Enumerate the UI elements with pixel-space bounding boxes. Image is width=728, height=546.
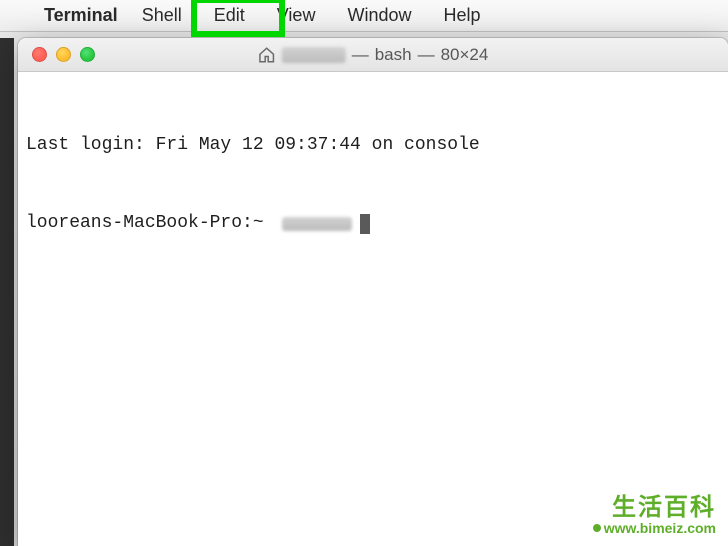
menubar-item-window[interactable]: Window	[341, 3, 417, 28]
watermark-url: www.bimeiz.com	[592, 520, 716, 536]
menubar-item-edit[interactable]: Edit	[208, 3, 251, 28]
globe-icon	[592, 523, 602, 533]
menubar-item-shell[interactable]: Shell	[136, 3, 188, 28]
minimize-button[interactable]	[56, 47, 71, 62]
menubar-item-help[interactable]: Help	[437, 3, 486, 28]
macos-menubar: Terminal Shell Edit View Window Help	[0, 0, 728, 32]
close-button[interactable]	[32, 47, 47, 62]
terminal-line-last-login: Last login: Fri May 12 09:37:44 on conso…	[26, 132, 720, 158]
redacted-username	[282, 47, 346, 63]
zoom-button[interactable]	[80, 47, 95, 62]
redacted-username-prompt	[282, 217, 352, 231]
terminal-cursor	[360, 214, 370, 234]
background-window-edge	[0, 38, 14, 546]
title-process: bash	[375, 45, 412, 65]
terminal-prompt: looreans-MacBook-Pro:~	[26, 210, 274, 236]
watermark-text: 生活百科	[592, 487, 716, 522]
menubar-app-name[interactable]: Terminal	[44, 5, 118, 26]
terminal-window: — bash — 80×24 Last login: Fri May 12 09…	[18, 38, 728, 546]
title-separator: —	[352, 45, 369, 65]
title-dimensions: 80×24	[441, 45, 489, 65]
window-controls	[18, 47, 95, 62]
window-title: — bash — 80×24	[258, 45, 489, 65]
watermark: 生活百科 www.bimeiz.com	[592, 487, 716, 536]
terminal-content[interactable]: Last login: Fri May 12 09:37:44 on conso…	[18, 72, 728, 546]
title-separator: —	[418, 45, 435, 65]
home-folder-icon	[258, 46, 276, 64]
window-titlebar[interactable]: — bash — 80×24	[18, 38, 728, 72]
menubar-item-view[interactable]: View	[271, 3, 322, 28]
terminal-prompt-line: looreans-MacBook-Pro:~	[26, 210, 720, 236]
